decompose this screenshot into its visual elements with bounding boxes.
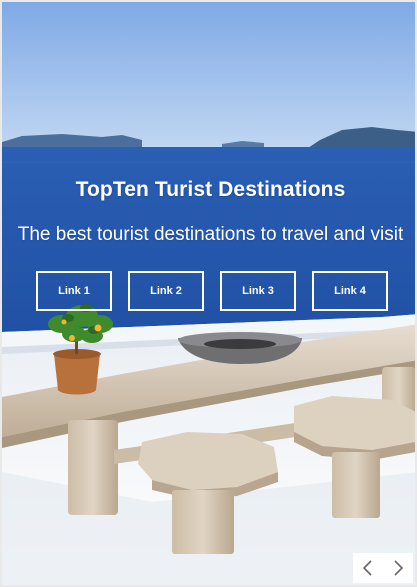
link-1-button[interactable]: Link 1 bbox=[36, 271, 112, 311]
hero-title: TopTen Turist Destinations bbox=[75, 178, 346, 201]
link-4-button[interactable]: Link 4 bbox=[312, 271, 388, 311]
hero-subtitle: The best tourist destinations to travel … bbox=[17, 224, 404, 245]
hero-overlay: TopTen Turist Destinations The best tour… bbox=[2, 2, 415, 585]
link-3-button[interactable]: Link 3 bbox=[220, 271, 296, 311]
hero-links: Link 1 Link 2 Link 3 Link 4 bbox=[36, 271, 388, 311]
chevron-left-icon bbox=[362, 560, 372, 576]
carousel-next-button[interactable] bbox=[387, 557, 409, 579]
link-2-button[interactable]: Link 2 bbox=[128, 271, 204, 311]
carousel-prev-button[interactable] bbox=[357, 557, 379, 579]
chevron-right-icon bbox=[394, 560, 404, 576]
hero-carousel: TopTen Turist Destinations The best tour… bbox=[0, 0, 417, 587]
carousel-nav bbox=[353, 553, 413, 583]
